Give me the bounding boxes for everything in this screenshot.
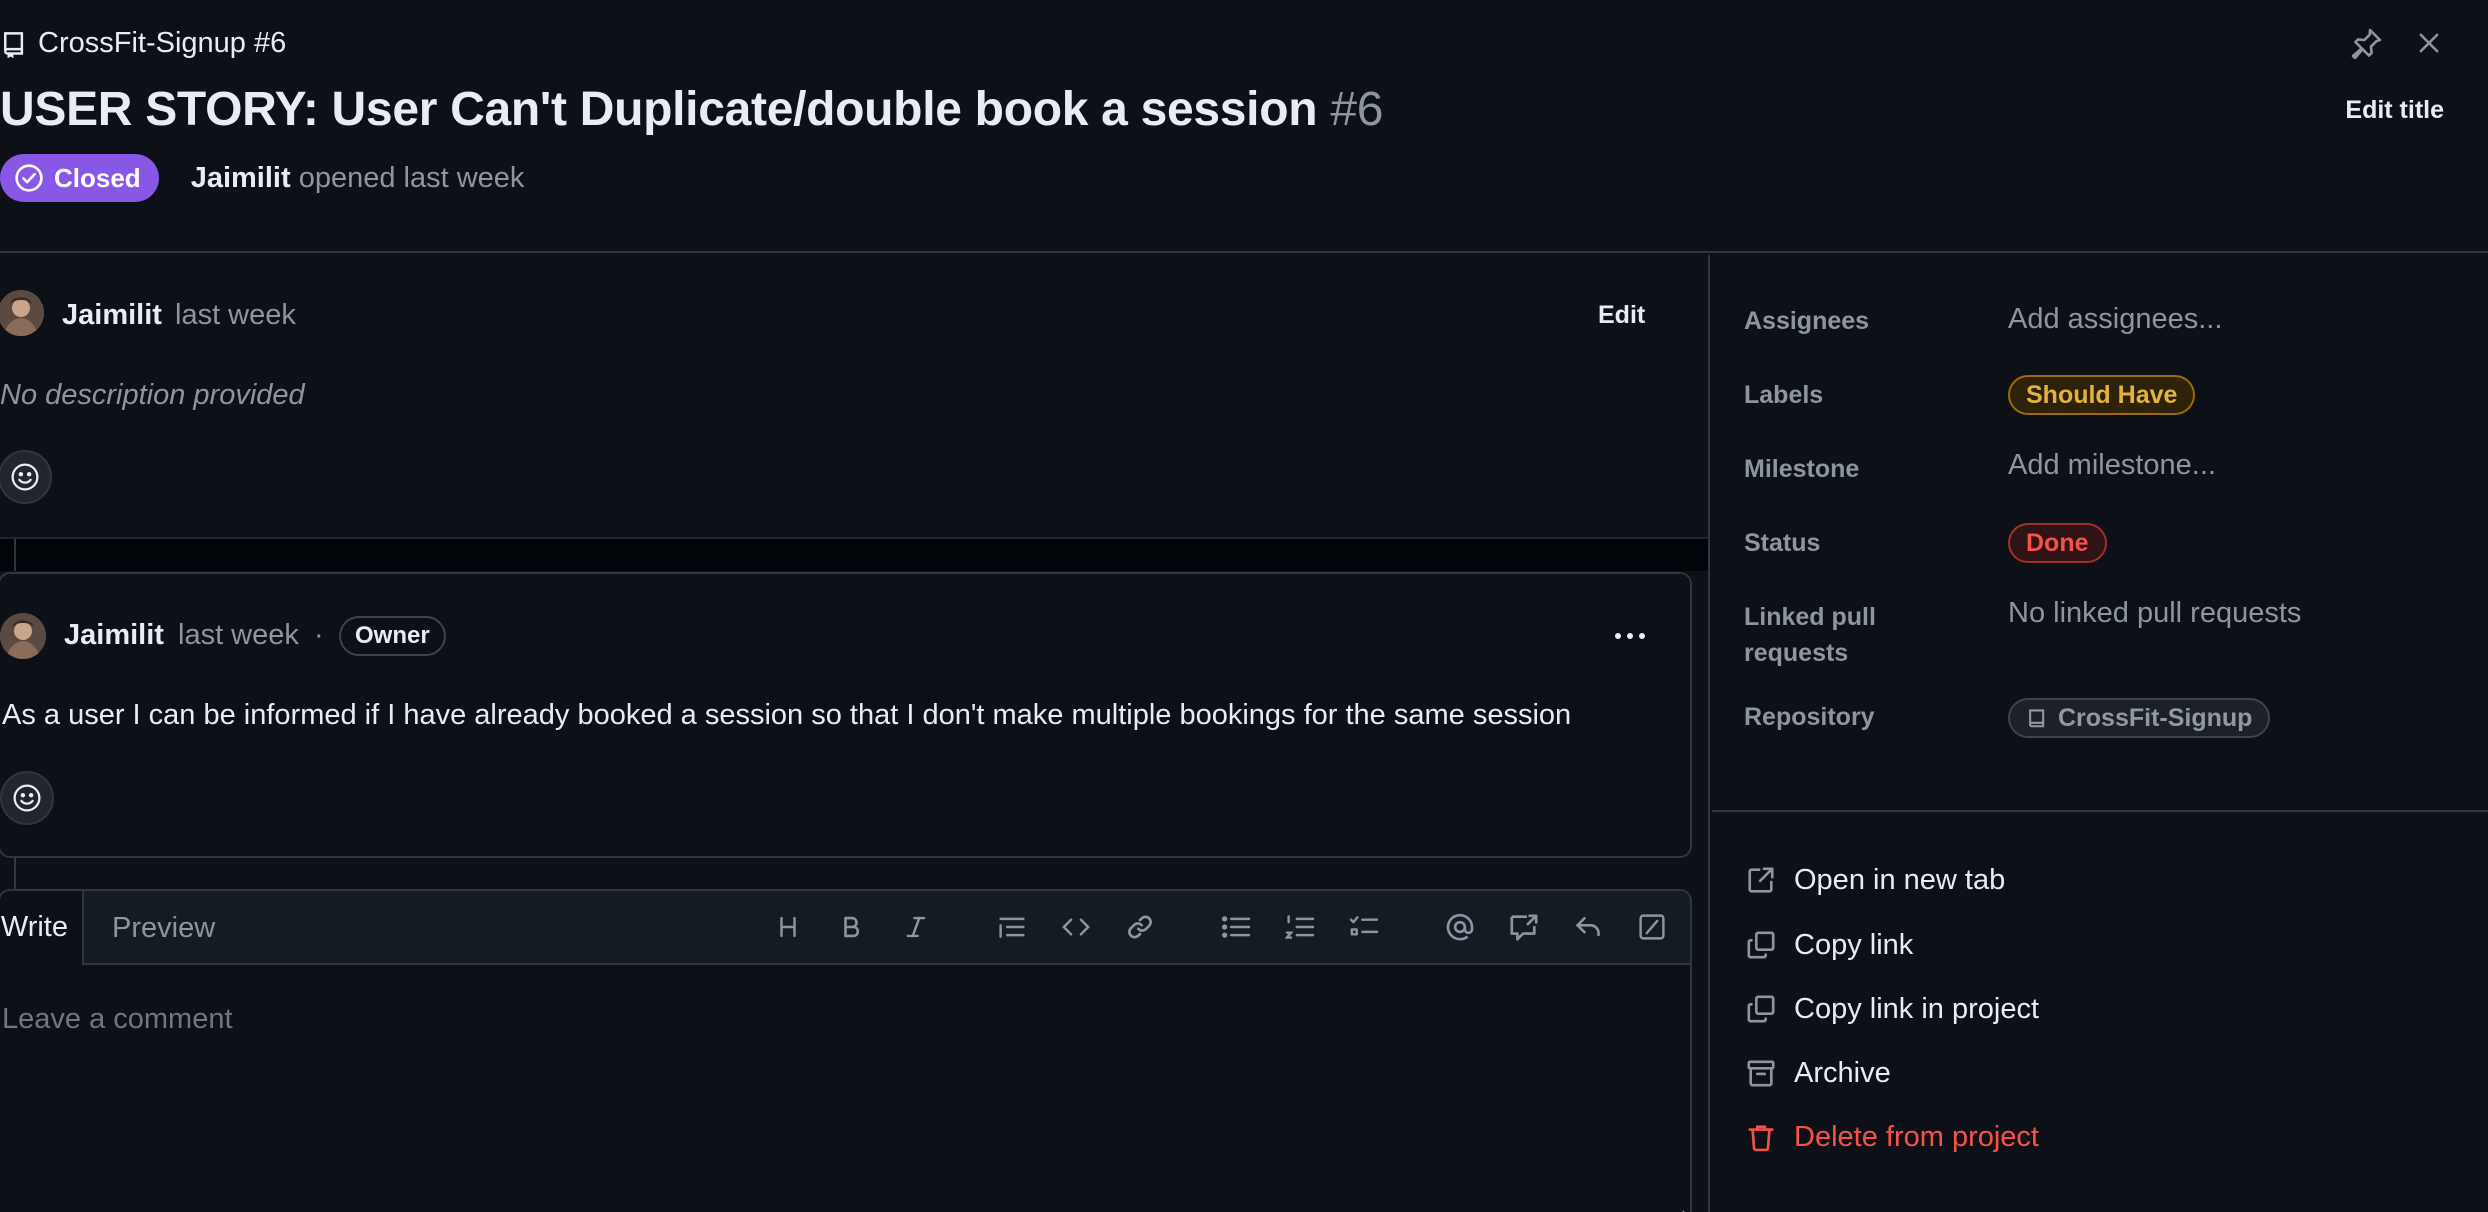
assignees-label: Assignees [1744,307,1870,335]
linked-prs-label-line1: Linked pull [1744,603,1876,631]
issue-number: #6 [1330,83,1384,136]
open-in-new-tab-label: Open in new tab [1794,863,2006,896]
status-badge-label: Closed [54,162,141,193]
bullet-list-icon[interactable] [1216,907,1256,947]
italic-icon[interactable] [896,907,936,947]
issue-sidebar: Assignees Add assignees... Labels Should… [1712,255,2488,1212]
timeline-line [14,858,16,889]
copy-link-label: Copy link [1794,928,1914,961]
archive-label: Archive [1794,1056,1891,1089]
mention-icon[interactable] [1440,907,1480,947]
avatar[interactable] [0,290,44,336]
timeline-divider [0,537,1708,571]
description-time: last week [175,299,296,331]
kebab-dot [1639,633,1645,639]
sidebar-divider [1712,810,2488,812]
pin-icon[interactable] [2344,20,2390,66]
comment-textarea[interactable]: Leave a comment [2,1003,233,1036]
timeline-line [14,539,16,571]
linked-prs-field[interactable]: No linked pull requests [2008,597,2301,630]
breadcrumb[interactable]: CrossFit-Signup #6 [0,24,286,62]
bold-icon[interactable] [832,907,872,947]
breadcrumb-text[interactable]: CrossFit-Signup #6 [38,27,286,60]
link-icon[interactable] [1120,907,1160,947]
comment-author[interactable]: Jaimilit [64,619,164,652]
tab-write[interactable]: Write [0,891,84,965]
label-should-have[interactable]: Should Have [2008,375,2196,415]
repository-badge[interactable]: CrossFit-Signup [2008,698,2271,738]
smiley-icon [12,783,42,813]
quote-icon[interactable] [992,907,1032,947]
archive-button[interactable]: Archive [1744,1053,1891,1093]
repo-icon [0,28,28,58]
copy-link-button[interactable]: Copy link [1744,925,1913,965]
kebab-dot [1627,633,1633,639]
resize-handle-icon[interactable] [1670,1207,1686,1212]
add-reaction-button[interactable] [0,771,54,825]
status-label: Status [1744,529,1821,557]
avatar[interactable] [0,613,46,659]
comment-time: last week [178,619,299,651]
issue-main: Jaimilit last week Edit No description p… [0,255,1710,1212]
tab-preview[interactable]: Preview [84,891,350,965]
delete-from-project-label: Delete from project [1794,1120,2039,1153]
milestone-label: Milestone [1744,455,1860,483]
add-reaction-button[interactable] [0,450,52,504]
task-list-icon[interactable] [1344,907,1384,947]
open-in-new-tab-button[interactable]: Open in new tab [1744,860,2005,900]
status-done-badge[interactable]: Done [2008,523,2107,563]
smiley-icon [10,462,40,492]
reply-icon[interactable] [1568,907,1608,947]
repo-icon [2026,706,2048,730]
copy-icon [1744,992,1778,1026]
repository-label: Repository [1744,703,1875,731]
numbered-list-icon[interactable] [1280,907,1320,947]
archive-icon [1744,1056,1778,1090]
edit-title-button[interactable]: Edit title [2345,96,2444,125]
editor-toolbar: Write Preview [0,891,1690,965]
kebab-dot [1615,633,1621,639]
opened-author[interactable]: Jaimilit [191,162,291,194]
close-icon[interactable] [2406,20,2452,66]
assignees-field[interactable]: Add assignees... [2008,303,2222,336]
copy-icon [1744,928,1778,962]
trash-icon [1744,1120,1778,1154]
description-author[interactable]: Jaimilit [62,299,162,332]
comment-separator: · [314,619,324,651]
owner-badge: Owner [339,616,446,656]
heading-icon[interactable] [768,907,808,947]
code-icon[interactable] [1056,907,1096,947]
issue-title-text: USER STORY: User Can't Duplicate/double … [0,83,1318,136]
copy-link-in-project-button[interactable]: Copy link in project [1744,989,2039,1029]
copy-link-in-project-label: Copy link in project [1794,992,2039,1025]
linked-prs-label-line2: requests [1744,639,1849,667]
check-circle-icon [14,163,44,193]
milestone-field[interactable]: Add milestone... [2008,449,2216,482]
external-link-icon [1744,863,1778,897]
comment-body: As a user I can be informed if I have al… [2,699,1572,731]
issue-title: USER STORY: User Can't Duplicate/double … [0,82,1383,137]
slash-command-icon[interactable] [1632,907,1672,947]
description-text: No description provided [0,379,305,411]
opened-info: Jaimilit opened last week [191,162,525,195]
comment-options-button[interactable] [1608,616,1652,656]
status-badge: Closed [0,154,159,202]
comment-editor: Write Preview Leave a comment [0,889,1692,1212]
comment: Jaimilit last week · Owner As a user I c… [0,572,1692,858]
issue-state-row: Closed Jaimilit opened last week [0,153,524,203]
repository-name: CrossFit-Signup [2058,703,2253,732]
issue-description: Jaimilit last week Edit No description p… [0,255,1708,537]
issue-header: CrossFit-Signup #6 USER STORY: User Can'… [0,0,2488,253]
linked-prs-label: Linked pull requests [1744,599,1876,671]
edit-description-button[interactable]: Edit [1598,301,1645,330]
opened-text: opened last week [298,161,525,194]
cross-reference-icon[interactable] [1504,907,1544,947]
labels-label: Labels [1744,381,1824,409]
delete-from-project-button[interactable]: Delete from project [1744,1117,2039,1157]
